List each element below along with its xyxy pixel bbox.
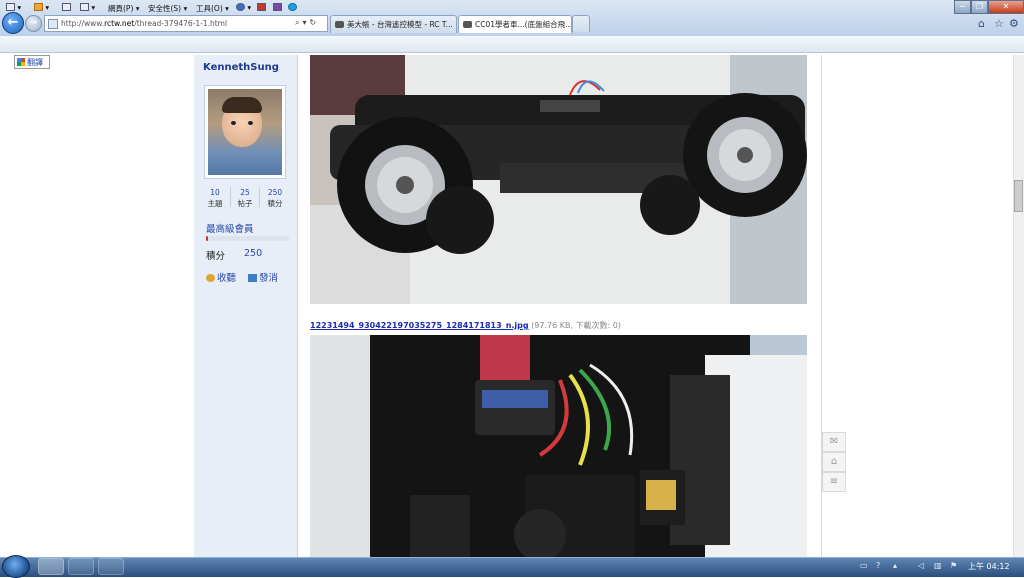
tray-keyboard-icon[interactable]: ▭ xyxy=(860,561,868,570)
translate-button[interactable]: 翻譯 xyxy=(14,55,50,69)
tab-rctw[interactable]: 美大帳 - 台灣遙控模型 - RC T... xyxy=(330,15,457,33)
mail-icon[interactable] xyxy=(62,3,71,12)
stat-divider xyxy=(230,187,231,207)
attachment-link[interactable]: 12231494_930422197035275_1284171813_n.jp… xyxy=(310,320,621,331)
page-menu[interactable]: 網頁(P) ▾ xyxy=(108,3,140,14)
minimize-button[interactable]: ─ xyxy=(954,0,971,14)
car-icon xyxy=(463,21,472,28)
tab-cc01[interactable]: CC01學者車...(底盤組合飛...✕ xyxy=(458,15,572,33)
taskbar xyxy=(0,557,1024,577)
post-image-chassis[interactable] xyxy=(310,55,807,304)
stat-threads[interactable]: 10 主題 xyxy=(202,187,228,209)
stat-divider xyxy=(259,187,260,207)
comment-icon[interactable]: ✉ xyxy=(822,432,846,452)
addon-icon-2[interactable] xyxy=(273,3,282,12)
maximize-button[interactable]: ❐ xyxy=(971,0,988,14)
avatar[interactable] xyxy=(204,85,286,179)
post-image-electronics[interactable] xyxy=(310,335,807,557)
safety-menu[interactable]: 安全性(S) ▾ xyxy=(148,3,187,14)
back-icon[interactable]: ← xyxy=(2,12,24,34)
dropdown-icon[interactable]: ▾ xyxy=(302,18,309,27)
addon-icon[interactable] xyxy=(257,3,266,12)
message-icon xyxy=(248,274,257,282)
refresh-icon[interactable]: ↻ xyxy=(310,18,320,27)
feeds-icon[interactable]: ▾ xyxy=(34,3,49,12)
new-tab-button[interactable] xyxy=(572,15,590,32)
google-icon xyxy=(17,58,25,66)
address-bar[interactable]: http://www.rctw.net/thread-379476-1-1.ht… xyxy=(44,15,328,32)
scrollbar-thumb[interactable] xyxy=(1014,180,1023,212)
stat-posts[interactable]: 25 帖子 xyxy=(232,187,258,209)
message-button[interactable]: 發消 xyxy=(248,270,278,284)
points-label: 積分 xyxy=(206,251,226,262)
start-orb-icon[interactable] xyxy=(2,555,30,578)
tools-menu[interactable]: 工具(O) ▾ xyxy=(196,3,229,14)
command-bar xyxy=(0,36,1024,53)
stat-points[interactable]: 250 積分 xyxy=(262,187,288,209)
tray-volume-icon[interactable]: ◁ xyxy=(918,561,924,570)
home-icon[interactable]: ⌂ xyxy=(978,17,985,30)
print-icon[interactable]: ▾ xyxy=(80,3,95,12)
gear-icon[interactable]: ⚙ xyxy=(1009,17,1019,30)
taskbar-media-icon[interactable] xyxy=(68,558,94,575)
forward-icon[interactable]: → xyxy=(25,15,42,32)
taskbar-folder-icon[interactable] xyxy=(98,558,124,575)
skype-icon[interactable] xyxy=(288,3,297,12)
list-icon[interactable]: ≡ xyxy=(822,472,846,492)
vertical-scrollbar[interactable] xyxy=(1013,55,1024,557)
tray-help-icon[interactable]: ? xyxy=(876,561,880,570)
home-menu-icon[interactable]: ▾ xyxy=(6,3,21,12)
favorite-button[interactable]: 收聽 xyxy=(206,270,236,284)
tray-network-icon[interactable]: ▥ xyxy=(934,561,942,570)
page-icon xyxy=(48,19,58,29)
rank-progress-bar xyxy=(206,236,289,241)
address-tools[interactable]: ⌕▾↻ xyxy=(295,18,319,28)
rank-progress-fill xyxy=(206,236,208,241)
car-icon xyxy=(335,21,344,28)
tray-arrow-icon[interactable]: ▴ xyxy=(893,561,897,570)
url-text[interactable]: http://www.rctw.net/thread-379476-1-1.ht… xyxy=(61,19,227,28)
username[interactable]: KennethSung xyxy=(203,62,279,73)
favorite-icon xyxy=(206,274,215,282)
taskbar-clock[interactable]: 上午 04:12 xyxy=(968,561,1010,572)
close-button[interactable]: ✕ xyxy=(988,0,1024,14)
help-icon[interactable]: ▾ xyxy=(236,3,251,12)
points-value: 250 xyxy=(244,248,263,259)
star-icon[interactable]: ☆ xyxy=(994,17,1004,30)
member-rank[interactable]: 最高級會員 xyxy=(206,221,254,235)
taskbar-ie-icon[interactable] xyxy=(38,558,64,575)
tray-flag-icon[interactable]: ⚑ xyxy=(950,561,957,570)
bookmark-icon[interactable]: ⌂ xyxy=(822,452,846,472)
